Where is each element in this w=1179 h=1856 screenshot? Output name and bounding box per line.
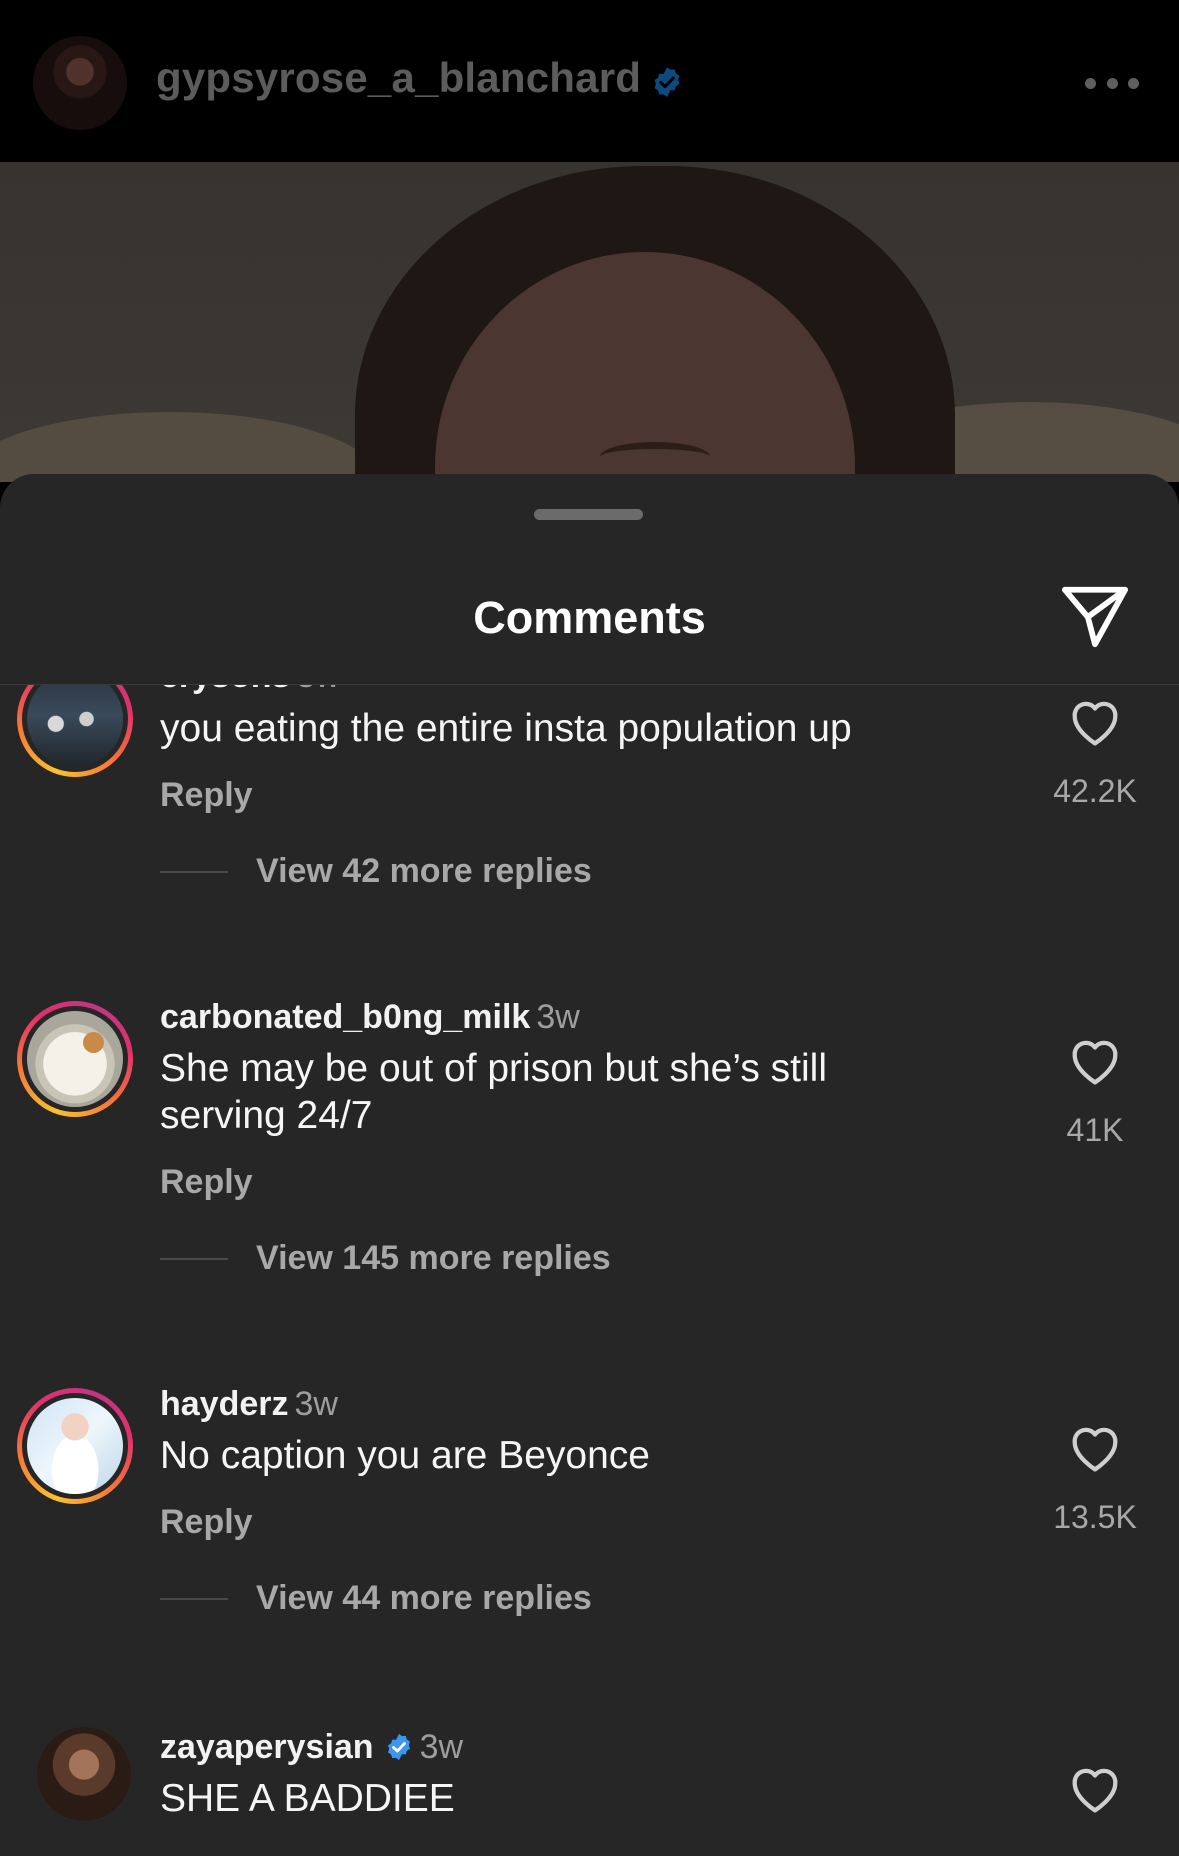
post-photo: [0, 162, 1179, 482]
heart-icon[interactable]: [1068, 1423, 1122, 1473]
comment-text: She may be out of prison but she’s still…: [160, 1047, 827, 1137]
replies-divider: [160, 1598, 228, 1600]
comment-time: 3w: [294, 1385, 338, 1423]
comment-text: you eating the entire insta population u…: [160, 707, 852, 750]
paper-plane-icon[interactable]: [1060, 584, 1130, 650]
comment-username[interactable]: zayaperysian 3w: [160, 1728, 463, 1767]
heart-icon[interactable]: [1068, 1036, 1122, 1086]
verified-badge-icon: [387, 1733, 410, 1761]
verified-badge-icon: [654, 67, 680, 97]
heart-icon[interactable]: [1068, 697, 1122, 747]
sheet-drag-handle[interactable]: [534, 509, 643, 520]
more-horizontal-icon[interactable]: [1085, 66, 1139, 100]
heart-icon[interactable]: [1068, 1764, 1122, 1814]
view-replies-button[interactable]: View 145 more replies: [256, 1239, 611, 1278]
comments-list[interactable]: crysons3w you eating the entire insta po…: [0, 685, 1179, 1856]
post-author-avatar[interactable]: [33, 36, 127, 130]
comment-time: 3w: [536, 998, 580, 1036]
replies-divider: [160, 1258, 228, 1260]
comment-text: SHE A BADDIEE: [160, 1777, 455, 1820]
comment-time: 3w: [419, 1728, 464, 1766]
reply-button[interactable]: Reply: [160, 776, 253, 815]
avatar[interactable]: [17, 685, 133, 777]
like-count: 13.5K: [1053, 1499, 1137, 1535]
avatar[interactable]: [17, 1388, 133, 1504]
reply-button[interactable]: Reply: [160, 1163, 253, 1202]
replies-divider: [160, 871, 228, 873]
like-count: 42.2K: [1053, 773, 1137, 809]
like-count: 41K: [1066, 1112, 1124, 1148]
comment-username[interactable]: hayderz 3w: [160, 1385, 338, 1424]
post-author-username[interactable]: gypsyrose_a_blanchard: [156, 54, 641, 102]
sheet-title: Comments: [473, 592, 706, 643]
reply-button[interactable]: Reply: [160, 1503, 253, 1542]
comment-username[interactable]: crysons3w: [160, 685, 340, 696]
avatar[interactable]: [17, 1001, 133, 1117]
comment-time: 3w: [296, 685, 339, 695]
post-header: gypsyrose_a_blanchard: [0, 0, 1179, 162]
view-replies-button[interactable]: View 44 more replies: [256, 1579, 592, 1618]
view-replies-button[interactable]: View 42 more replies: [256, 852, 592, 891]
comments-sheet: Comments crysons3w you eating the entire…: [0, 474, 1179, 1856]
avatar[interactable]: [37, 1727, 131, 1821]
comment-username[interactable]: carbonated_b0ng_milk 3w: [160, 998, 580, 1037]
comment-text: No caption you are Beyonce: [160, 1434, 650, 1477]
